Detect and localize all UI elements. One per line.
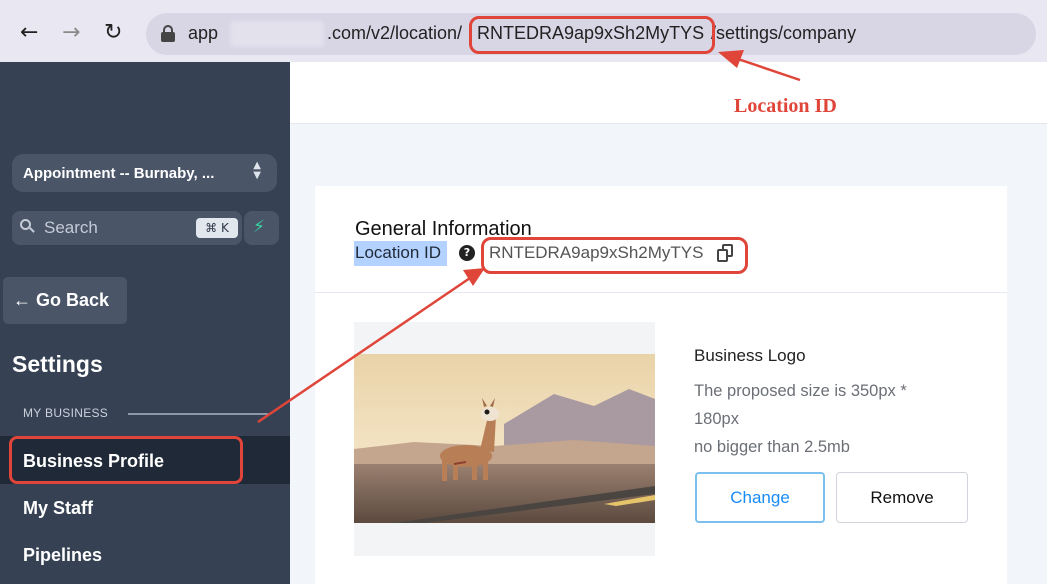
browser-toolbar: ← → ↻ app .com/v2/location/ RNTEDRA9ap9x… [0, 0, 1047, 62]
main-header [290, 62, 1047, 124]
logo-hint-line: The proposed size is 350px * [694, 382, 907, 400]
logo-hint-line: 180px [694, 410, 739, 428]
url-prefix: app [188, 23, 219, 43]
quick-action-button[interactable]: ⚡ [244, 211, 279, 245]
search-icon [20, 219, 35, 233]
location-id-value-highlight [481, 237, 748, 274]
annotation-label: Location ID [734, 95, 837, 117]
chevron-up-down-icon: ▲ ▼ [253, 160, 261, 181]
keyboard-shortcut-badge: ⌘ K [196, 218, 238, 238]
sidebar-item-my-staff[interactable]: My Staff [23, 498, 93, 519]
search-input[interactable]: Search ⌘ K [12, 211, 242, 245]
business-logo-image [354, 354, 655, 523]
lightning-bolt-icon: ⚡ [253, 217, 265, 237]
section-divider [128, 413, 268, 415]
search-placeholder: Search [44, 218, 98, 237]
lock-icon[interactable] [161, 25, 175, 42]
location-id-label: Location ID [355, 243, 441, 262]
reload-icon[interactable]: ↻ [104, 20, 122, 45]
business-logo-heading: Business Logo [694, 346, 806, 365]
location-switcher[interactable]: Appointment -- Burnaby, ... ▲ ▼ [12, 154, 277, 192]
go-back-button[interactable]: ← Go Back [3, 277, 127, 324]
sidebar-title: Settings [12, 351, 103, 377]
forward-icon[interactable]: → [62, 20, 80, 45]
location-switcher-label: Appointment -- Burnaby, ... [23, 165, 215, 182]
card-divider [315, 292, 1007, 293]
back-icon[interactable]: ← [20, 20, 38, 45]
sidebar-item-pipelines[interactable]: Pipelines [23, 545, 102, 566]
help-icon[interactable]: ? [459, 245, 475, 261]
remove-logo-button[interactable]: Remove [836, 472, 968, 523]
url-location-id-highlight [469, 16, 715, 54]
url-path-suffix: /settings/company [711, 23, 857, 43]
change-logo-button[interactable]: Change [695, 472, 825, 523]
redacted-domain [230, 21, 324, 47]
logo-hint-line: no bigger than 2.5mb [694, 438, 850, 456]
business-profile-highlight [9, 436, 243, 484]
url-path: .com/v2/location/ [327, 23, 463, 43]
screenshot: ← → ↻ app .com/v2/location/ RNTEDRA9ap9x… [0, 0, 1047, 584]
section-label-my-business: MY BUSINESS [23, 406, 109, 420]
